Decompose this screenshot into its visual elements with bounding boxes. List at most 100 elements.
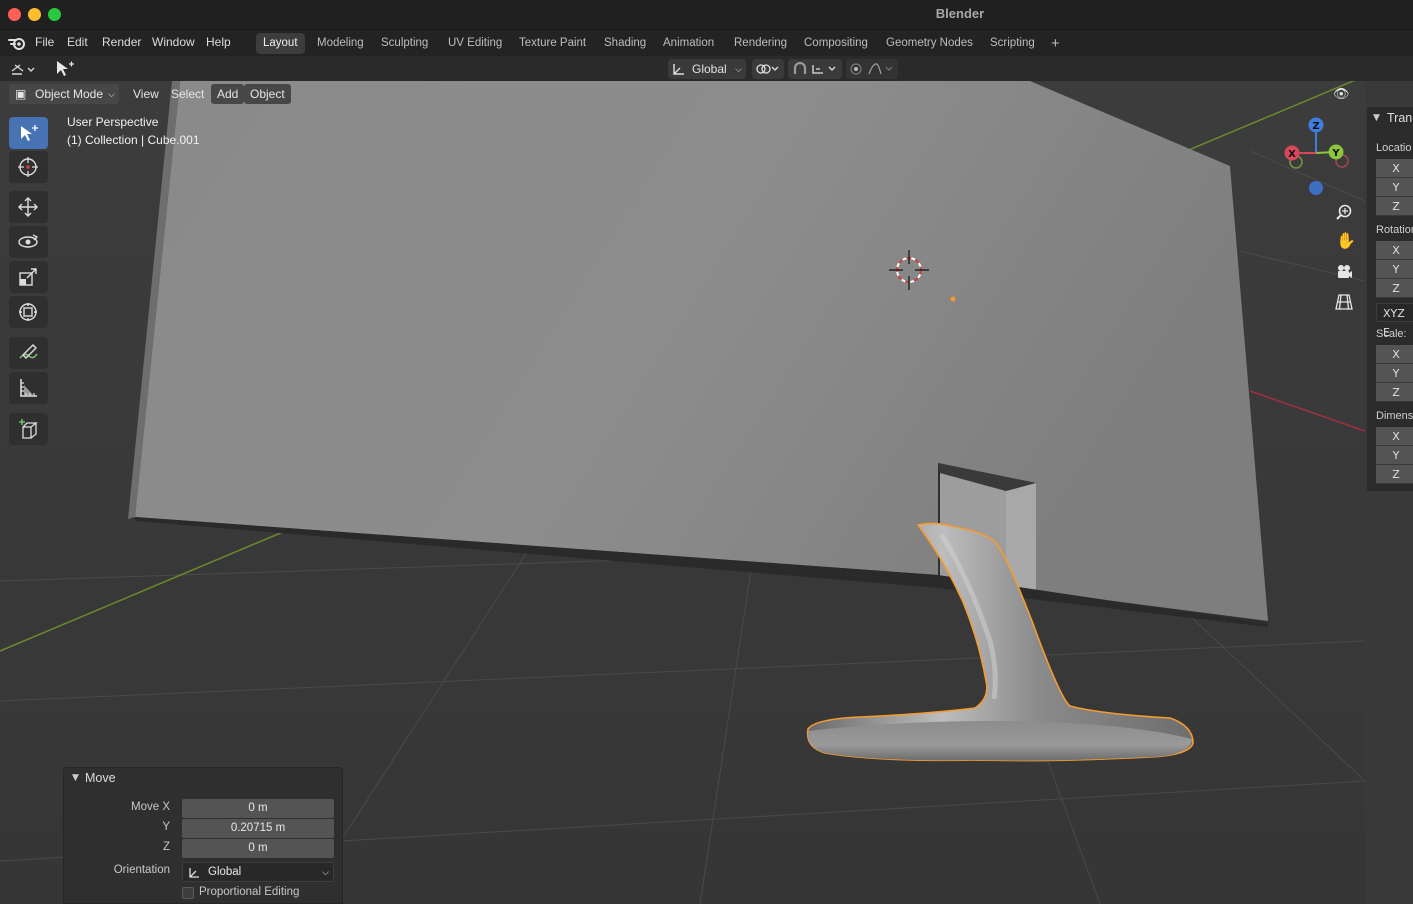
- tab-scripting[interactable]: Scripting: [983, 33, 1042, 54]
- rotation-x-field[interactable]: X: [1376, 241, 1413, 260]
- tab-texture-paint[interactable]: Texture Paint: [512, 33, 593, 54]
- rotation-label: Rotation: [1376, 224, 1413, 236]
- select-box-tool[interactable]: [9, 117, 48, 149]
- z-axis-handle[interactable]: Z: [1308, 117, 1324, 133]
- eye-icon: 👁: [1333, 86, 1350, 101]
- add-cube-icon: [19, 419, 38, 439]
- view-menu[interactable]: View: [127, 84, 165, 104]
- hand-icon: ✋: [1336, 231, 1356, 250]
- scale-z-field[interactable]: Z: [1376, 383, 1413, 402]
- orientation-label: Orientation: [113, 864, 170, 876]
- move-x-label: Move X: [131, 801, 170, 813]
- dimensions-z-field[interactable]: Z: [1376, 465, 1413, 484]
- orientation-axes-icon: [189, 868, 199, 878]
- object-origin-dot: [950, 296, 956, 302]
- proportional-editing-label: Proportional Editing: [199, 886, 300, 898]
- snapping-controls[interactable]: [788, 59, 842, 79]
- tab-animation[interactable]: Animation: [656, 33, 721, 54]
- menu-render[interactable]: Render: [102, 35, 141, 49]
- move-x-field[interactable]: 0 m: [182, 799, 334, 818]
- dimensions-y-field[interactable]: Y: [1376, 446, 1413, 465]
- menu-file[interactable]: File: [35, 35, 54, 49]
- select-box-tool-icon[interactable]: [54, 59, 76, 78]
- object-mode-dropdown[interactable]: ▣ Object Mode ⌵: [9, 84, 119, 104]
- add-cube-tool[interactable]: [9, 413, 48, 445]
- snap-magnet-icon: [793, 62, 836, 74]
- panel-collapse-icon[interactable]: ▼: [72, 773, 79, 783]
- object-menu[interactable]: Object: [244, 84, 291, 104]
- rotation-z-field[interactable]: Z: [1376, 279, 1413, 298]
- close-window-button[interactable]: [8, 8, 21, 21]
- navigation-gizmo[interactable]: Z X Y: [1276, 115, 1356, 197]
- tab-sculpting[interactable]: Sculpting: [374, 33, 435, 54]
- blender-logo-icon[interactable]: [8, 35, 26, 51]
- menu-window[interactable]: Window: [152, 35, 195, 49]
- rotate-tool[interactable]: [9, 226, 48, 258]
- move-z-field[interactable]: 0 m: [182, 839, 334, 858]
- transform-tool[interactable]: [9, 296, 48, 328]
- panel-collapse-icon[interactable]: ▼: [1373, 113, 1380, 123]
- tab-geometry-nodes[interactable]: Geometry Nodes: [879, 33, 980, 54]
- scale-x-field[interactable]: X: [1376, 345, 1413, 364]
- move-tool[interactable]: [9, 191, 48, 223]
- scale-y-field[interactable]: Y: [1376, 364, 1413, 383]
- orientation-value: Global: [692, 62, 727, 76]
- minimize-window-button[interactable]: [28, 8, 41, 21]
- dimensions-x-field[interactable]: X: [1376, 427, 1413, 446]
- move-y-label: Y: [162, 821, 170, 833]
- orientation-axes-icon: [673, 64, 684, 75]
- x-axis-handle[interactable]: X: [1284, 145, 1300, 161]
- grid-projection-icon: [1335, 294, 1353, 310]
- dimensions-label: Dimens: [1376, 410, 1413, 422]
- rotation-mode-dropdown[interactable]: XYZ E: [1376, 303, 1413, 339]
- proportional-editing-checkbox[interactable]: [182, 887, 194, 899]
- editor-type-selector[interactable]: [6, 59, 40, 79]
- location-z-field[interactable]: Z: [1376, 197, 1413, 216]
- operator-title: Move: [85, 771, 116, 785]
- location-x-field[interactable]: X: [1376, 159, 1413, 178]
- chevron-down-icon: ⌵: [322, 867, 329, 877]
- zoom-view-button[interactable]: [1330, 198, 1358, 226]
- collection-label: (1) Collection | Cube.001: [67, 133, 200, 147]
- neg-z-axis-handle[interactable]: [1309, 181, 1323, 195]
- scale-tool[interactable]: [9, 261, 48, 293]
- add-workspace-button[interactable]: +: [1044, 33, 1067, 54]
- rotate-icon: [18, 234, 39, 248]
- menu-help[interactable]: Help: [206, 35, 231, 49]
- transform-header: Tran: [1387, 111, 1413, 125]
- tool-header: Global ⌵: [0, 56, 1413, 81]
- maximize-window-button[interactable]: [48, 8, 61, 21]
- proportional-editing-controls[interactable]: [846, 59, 898, 79]
- annotate-tool[interactable]: [9, 337, 48, 369]
- svg-text:Y: Y: [1331, 148, 1340, 159]
- menu-edit[interactable]: Edit: [67, 35, 88, 49]
- tab-shading[interactable]: Shading: [597, 33, 653, 54]
- select-menu[interactable]: Select: [165, 84, 210, 104]
- tab-modeling[interactable]: Modeling: [310, 33, 371, 54]
- scale-label: Scale:: [1376, 328, 1407, 340]
- move-operator-panel: ▼ Move Move X 0 m Y 0.20715 m Z 0 m Orie…: [63, 767, 343, 904]
- cursor-tool[interactable]: [9, 151, 48, 183]
- location-y-field[interactable]: Y: [1376, 178, 1413, 197]
- pan-view-button[interactable]: ✋: [1330, 228, 1358, 256]
- top-menu-bar: File Edit Render Window Help Layout Mode…: [0, 29, 1413, 56]
- svg-text:Z: Z: [1312, 121, 1319, 132]
- 3d-viewport[interactable]: ▣ Object Mode ⌵ View Select Add Object 👁…: [0, 81, 1365, 904]
- add-menu[interactable]: Add: [211, 84, 245, 104]
- tab-compositing[interactable]: Compositing: [797, 33, 875, 54]
- tab-rendering[interactable]: Rendering: [727, 33, 794, 54]
- tab-layout[interactable]: Layout: [256, 33, 305, 54]
- pivot-point-dropdown[interactable]: [752, 59, 784, 79]
- camera-view-button[interactable]: [1330, 258, 1358, 286]
- move-y-field[interactable]: 0.20715 m: [182, 819, 334, 838]
- tab-uv-editing[interactable]: UV Editing: [441, 33, 509, 54]
- orientation-dropdown[interactable]: Global ⌵: [182, 862, 334, 882]
- transform-orientation-dropdown[interactable]: Global ⌵: [668, 59, 746, 79]
- rotation-y-field[interactable]: Y: [1376, 260, 1413, 279]
- projection-toggle-button[interactable]: [1330, 288, 1358, 316]
- editor-type-icon: [11, 64, 35, 75]
- visibility-dropdown[interactable]: 👁: [1330, 84, 1360, 104]
- measure-tool[interactable]: [9, 372, 48, 404]
- proportional-edit-icon: [850, 63, 893, 75]
- y-axis-handle[interactable]: Y: [1328, 144, 1344, 160]
